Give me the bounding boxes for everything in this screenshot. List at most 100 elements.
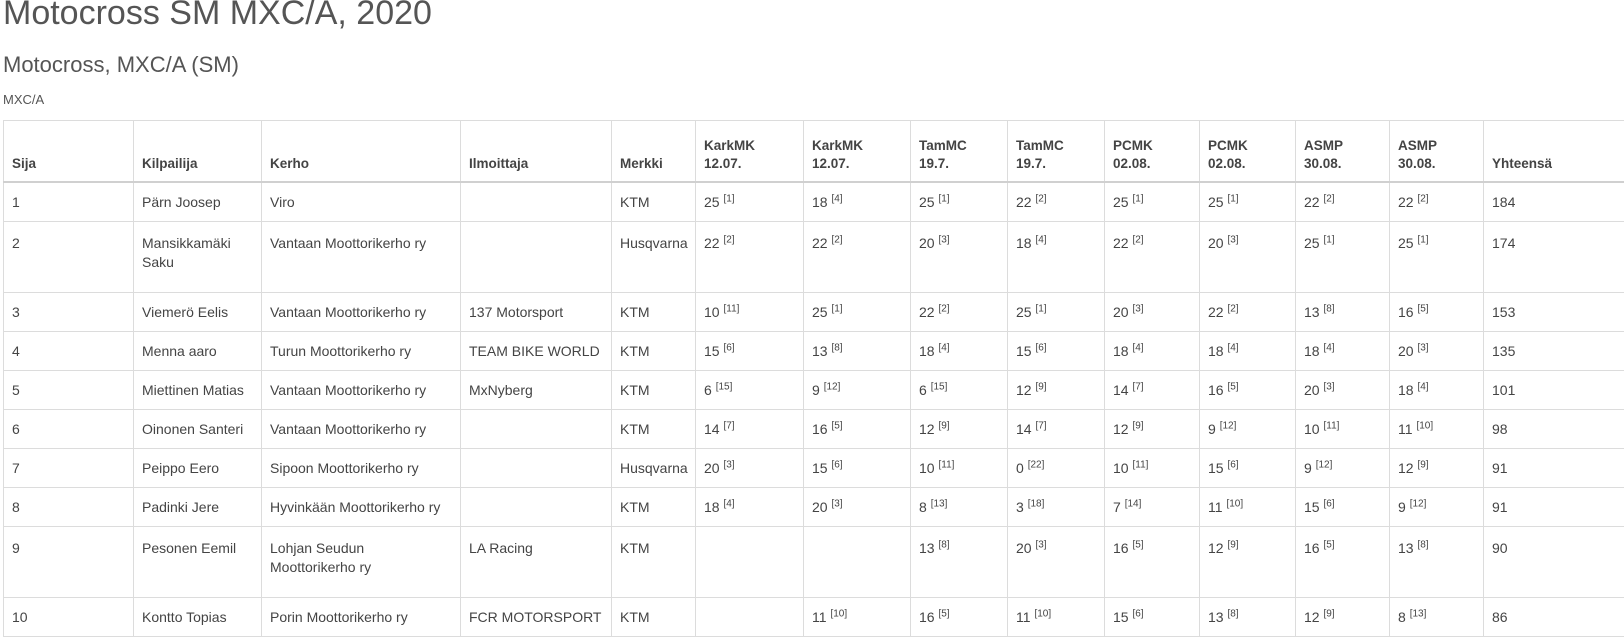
header-sija[interactable]: Sija — [4, 121, 134, 183]
header-yhteensa[interactable]: Yhteensä — [1484, 121, 1624, 183]
header-ilmoittaja[interactable]: Ilmoittaja — [461, 121, 612, 183]
cell-ilmoittaja: 137 Motorsport — [461, 293, 612, 332]
cell-race-result: 18 [4] — [1200, 332, 1296, 371]
cell-ilmoittaja — [461, 410, 612, 449]
points: 15 — [1016, 343, 1032, 359]
cell-race-result: 8 [13] — [1390, 598, 1484, 637]
cell-merkki: KTM — [612, 410, 696, 449]
cell-kerho: Vantaan Moottorikerho ry — [262, 410, 461, 449]
points: 20 — [1398, 343, 1414, 359]
cell-race-result: 10 [11] — [911, 449, 1008, 488]
points: 10 — [1113, 460, 1129, 476]
position: [5] — [1227, 381, 1238, 392]
points: 9 — [1398, 499, 1406, 515]
position: [6] — [1132, 608, 1143, 619]
cell-race-result: 14 [7] — [1105, 371, 1200, 410]
cell-kilpailija: Viemerö Eelis — [134, 293, 262, 332]
cell-merkki: KTM — [612, 527, 696, 598]
header-race-6[interactable]: PCMK02.08. — [1200, 121, 1296, 183]
points: 18 — [1208, 343, 1224, 359]
cell-yhteensa: 91 — [1484, 488, 1624, 527]
cell-kerho: Vantaan Moottorikerho ry — [262, 222, 461, 293]
cell-yhteensa: 91 — [1484, 449, 1624, 488]
points: 25 — [1016, 304, 1032, 320]
position: [18] — [1028, 498, 1045, 509]
position: [1] — [938, 193, 949, 204]
points: 18 — [1304, 343, 1320, 359]
header-race-2[interactable]: KarkMK12.07. — [804, 121, 911, 183]
points: 12 — [1016, 382, 1032, 398]
cell-race-result: 10 [11] — [1105, 449, 1200, 488]
header-race-7[interactable]: ASMP30.08. — [1296, 121, 1390, 183]
table-row: 2Mansikkamäki SakuVantaan Moottorikerho … — [4, 222, 1624, 293]
header-race-4[interactable]: TamMC19.7. — [1008, 121, 1105, 183]
cell-race-result: 25 [1] — [911, 182, 1008, 222]
cell-ilmoittaja — [461, 449, 612, 488]
cell-race-result: 22 [2] — [1200, 293, 1296, 332]
cell-kilpailija: Pärn Joosep — [134, 182, 262, 222]
cell-yhteensa: 90 — [1484, 527, 1624, 598]
page-title: Motocross SM MXC/A, 2020 — [3, 0, 432, 33]
header-race-5[interactable]: PCMK02.08. — [1105, 121, 1200, 183]
cell-yhteensa: 86 — [1484, 598, 1624, 637]
header-race-8[interactable]: ASMP30.08. — [1390, 121, 1484, 183]
header-race-3[interactable]: TamMC19.7. — [911, 121, 1008, 183]
race-name: ASMP — [1304, 138, 1343, 153]
header-kilpailija[interactable]: Kilpailija — [134, 121, 262, 183]
position: [3] — [723, 459, 734, 470]
cell-race-result — [696, 527, 804, 598]
cell-sija: 9 — [4, 527, 134, 598]
header-merkki[interactable]: Merkki — [612, 121, 696, 183]
cell-yhteensa: 135 — [1484, 332, 1624, 371]
cell-race-result: 12 [9] — [1296, 598, 1390, 637]
race-name: KarkMK — [812, 138, 863, 153]
points: 22 — [919, 304, 935, 320]
points: 18 — [1016, 235, 1032, 251]
cell-yhteensa: 153 — [1484, 293, 1624, 332]
position: [6] — [1035, 342, 1046, 353]
points: 20 — [1208, 235, 1224, 251]
race-date: 19.7. — [1016, 156, 1046, 171]
points: 14 — [1016, 421, 1032, 437]
position: [9] — [938, 420, 949, 431]
points: 0 — [1016, 460, 1024, 476]
cell-merkki: Husqvarna — [612, 222, 696, 293]
points: 15 — [1208, 460, 1224, 476]
position: [1] — [1132, 193, 1143, 204]
cell-merkki: KTM — [612, 371, 696, 410]
points: 14 — [1113, 382, 1129, 398]
table-row: 10Kontto TopiasPorin Moottorikerho ryFCR… — [4, 598, 1624, 637]
cell-race-result: 11 [10] — [1008, 598, 1105, 637]
position: [2] — [1035, 193, 1046, 204]
cell-race-result: 8 [13] — [911, 488, 1008, 527]
cell-sija: 5 — [4, 371, 134, 410]
cell-race-result: 16 [5] — [1390, 293, 1484, 332]
cell-kerho: Viro — [262, 182, 461, 222]
points: 25 — [1113, 194, 1129, 210]
cell-ilmoittaja: FCR MOTORSPORT — [461, 598, 612, 637]
header-kerho[interactable]: Kerho — [262, 121, 461, 183]
cell-kilpailija: Pesonen Eemil — [134, 527, 262, 598]
table-row: 5Miettinen MatiasVantaan Moottorikerho r… — [4, 371, 1624, 410]
position: [6] — [1323, 498, 1334, 509]
cell-race-result: 13 [8] — [1390, 527, 1484, 598]
points: 12 — [1208, 540, 1224, 556]
position: [4] — [1132, 342, 1143, 353]
position: [2] — [1227, 303, 1238, 314]
cell-race-result: 6 [15] — [911, 371, 1008, 410]
position: [13] — [931, 498, 948, 509]
cell-race-result: 15 [6] — [1296, 488, 1390, 527]
cell-merkki: Husqvarna — [612, 449, 696, 488]
header-race-1[interactable]: KarkMK12.07. — [696, 121, 804, 183]
cell-race-result: 25 [1] — [1105, 182, 1200, 222]
cell-race-result: 15 [6] — [696, 332, 804, 371]
points: 20 — [1304, 382, 1320, 398]
cell-race-result: 16 [5] — [1296, 527, 1390, 598]
position: [1] — [723, 193, 734, 204]
points: 13 — [1398, 540, 1414, 556]
cell-race-result: 25 [1] — [1008, 293, 1105, 332]
position: [2] — [1132, 234, 1143, 245]
cell-ilmoittaja — [461, 488, 612, 527]
points: 25 — [812, 304, 828, 320]
race-name: ASMP — [1398, 138, 1437, 153]
